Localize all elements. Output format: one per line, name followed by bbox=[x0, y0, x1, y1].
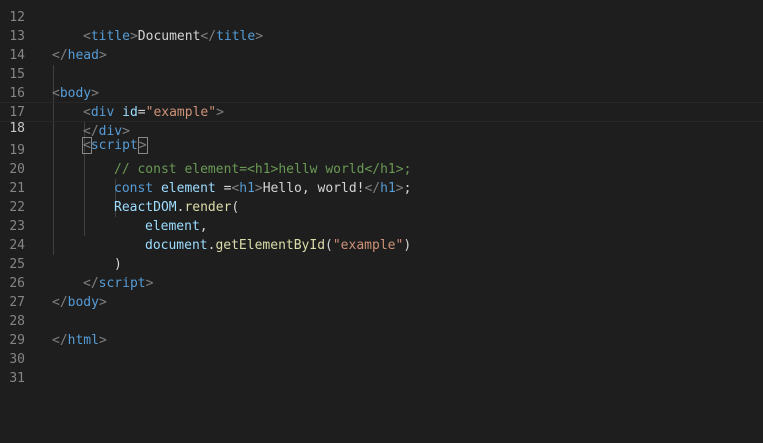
code-line-30[interactable]: 30 bbox=[0, 331, 763, 367]
code-line-22[interactable]: 22 element, bbox=[0, 179, 763, 234]
code-line-19[interactable]: 19 // const element=<h1>hellw world</h1>… bbox=[0, 122, 763, 177]
code-line-28[interactable]: 28 </html> bbox=[0, 293, 763, 348]
code-line-26[interactable]: 26 </body> bbox=[0, 255, 763, 310]
code-line-31[interactable]: 31 bbox=[0, 350, 763, 386]
code-line-21[interactable]: 21 ReactDOM.render( bbox=[0, 160, 763, 215]
code-line-24[interactable]: 24 ) bbox=[0, 217, 763, 272]
code-line-29[interactable]: 29 bbox=[0, 312, 763, 348]
line-number: 31 bbox=[9, 371, 25, 386]
code-line-20[interactable]: 20 const element =<h1>Hello, world!</h1>… bbox=[0, 141, 763, 196]
code-line-27[interactable]: 27 bbox=[0, 274, 763, 310]
code-line-23[interactable]: 23 document.getElementById("example") bbox=[0, 198, 763, 253]
code-line-25[interactable]: 25 </script> bbox=[0, 236, 763, 291]
code-line-15[interactable]: 15 <body> bbox=[0, 46, 763, 101]
code-editor[interactable]: 12 <title>Document</title> 13 </head> 14… bbox=[0, 0, 763, 443]
code-line-18-active[interactable]: 18 <script> bbox=[0, 102, 763, 154]
code-line-17[interactable]: 17 </div> bbox=[0, 84, 763, 139]
code-line-13[interactable]: 13 </head> bbox=[0, 8, 763, 63]
code-line-16[interactable]: 16 <div id="example"> bbox=[0, 65, 763, 120]
code-line-12[interactable]: 12 <title>Document</title> bbox=[0, 0, 763, 44]
code-line-14[interactable]: 14 bbox=[0, 27, 763, 63]
